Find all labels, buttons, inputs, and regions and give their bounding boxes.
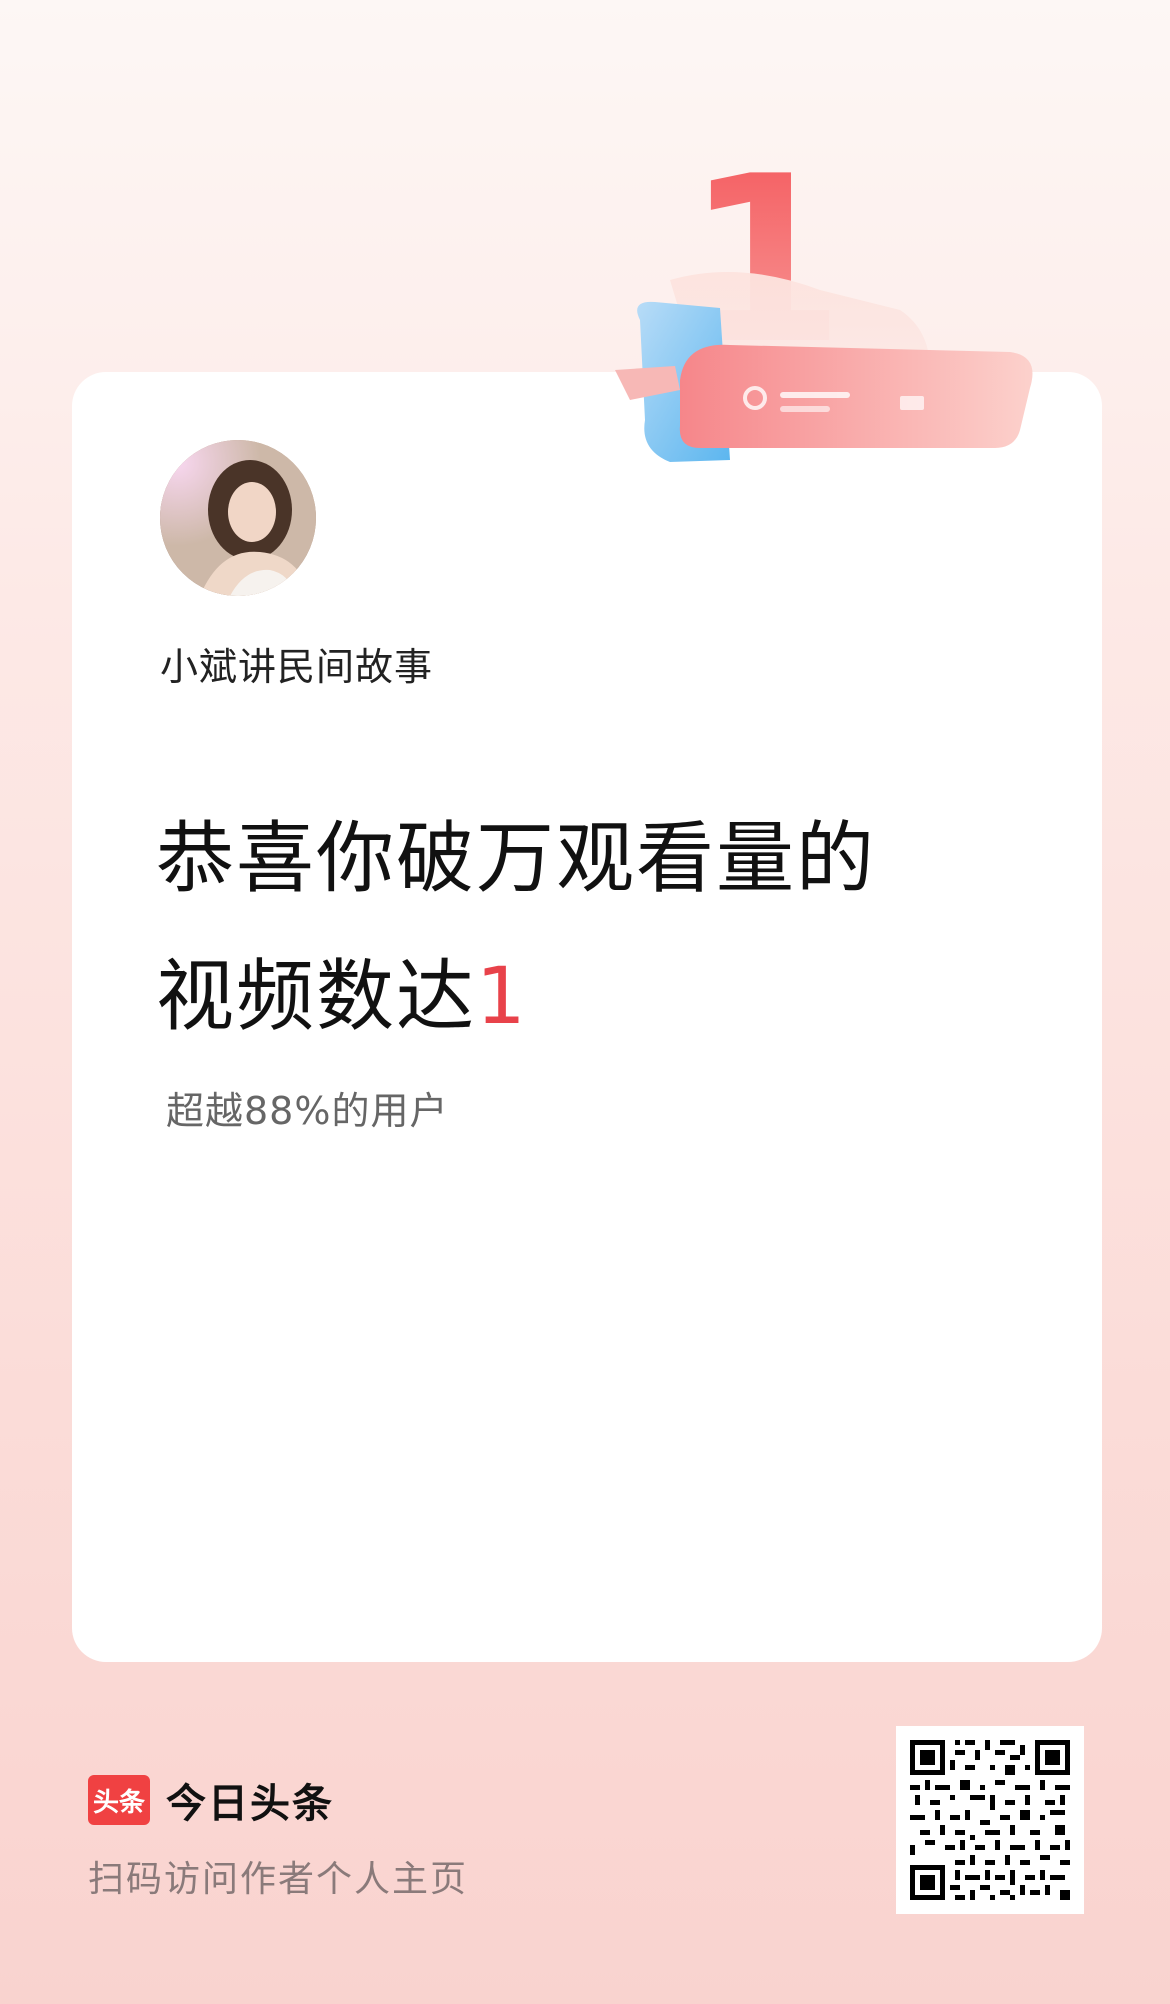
brand-row: 头条 今日头条 — [88, 1768, 334, 1832]
qr-code-icon[interactable] — [896, 1726, 1084, 1914]
brand-name: 今日头条 — [166, 1781, 334, 1827]
headline-line-2-prefix: 视频数达 — [156, 952, 477, 1042]
author-name[interactable]: 小斌讲民间故事 — [160, 636, 433, 691]
milestone-headline: 恭喜你破万观看量的 视频数达1 — [156, 790, 1016, 1066]
toutiao-logo-icon: 头条 — [88, 1775, 150, 1825]
scan-hint: 扫码访问作者个人主页 — [88, 1859, 469, 1900]
headline-line-2: 视频数达1 — [156, 928, 1016, 1066]
milestone-share-page: 1 小斌讲民间故事 恭喜你破万观看量的 视频数达1 超越88%的用户 头条 今日… — [0, 0, 1170, 2004]
author-avatar[interactable] — [160, 440, 316, 596]
scroll-ribbon-icon: 1 — [615, 130, 1033, 462]
percentile-text: 超越88%的用户 — [166, 1089, 449, 1133]
headline-line-1: 恭喜你破万观看量的 — [156, 814, 877, 904]
milestone-count: 1 — [476, 952, 528, 1042]
